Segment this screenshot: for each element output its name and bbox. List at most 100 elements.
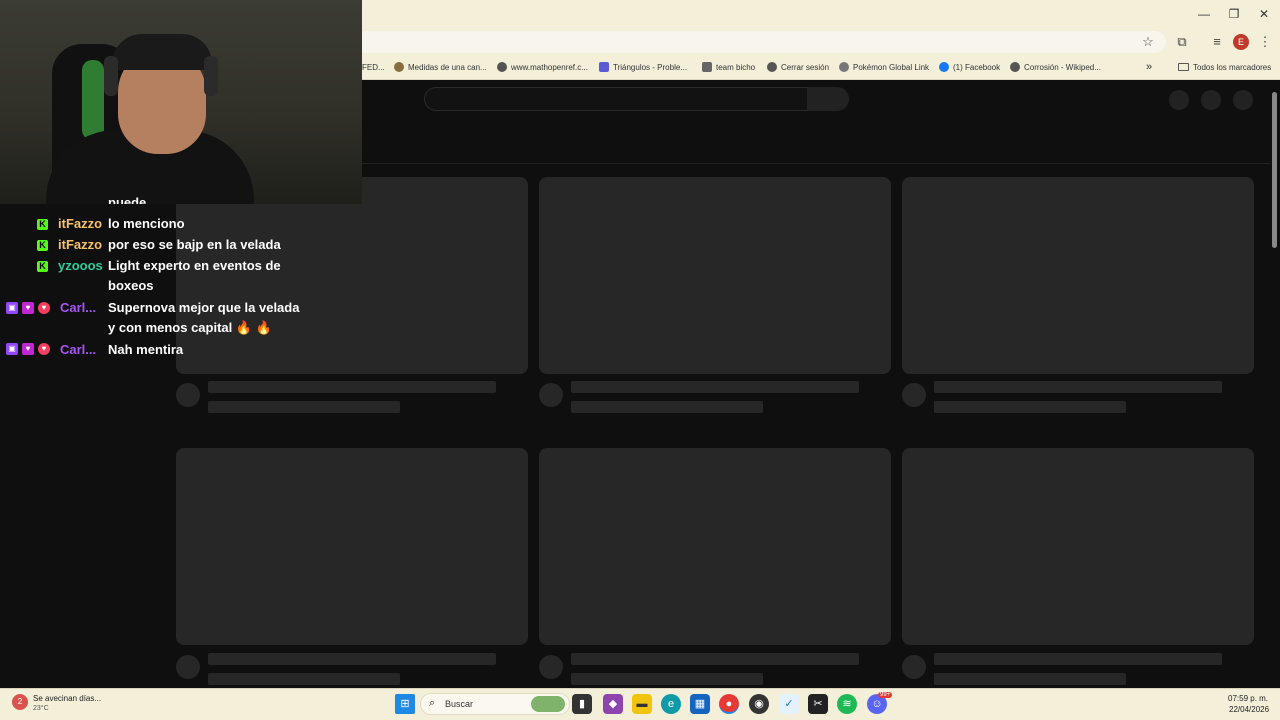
bookmark-label: FED... — [362, 62, 385, 72]
title-placeholder — [208, 653, 496, 665]
bookmark-label: Medidas de una can... — [408, 62, 487, 72]
chat-message-text: Supernova mejor que la velada — [108, 300, 300, 315]
extensions-icon[interactable]: ⧉ — [1173, 33, 1191, 51]
minimize-button[interactable]: — — [1196, 6, 1212, 22]
meta-placeholder — [208, 401, 400, 413]
spotify-icon[interactable]: ≋ — [837, 694, 857, 714]
video-thumbnail-placeholder[interactable] — [902, 448, 1254, 645]
video-thumbnail-placeholder[interactable] — [539, 448, 891, 645]
profile-avatar[interactable]: E — [1233, 34, 1249, 50]
bookmark-label: team bicho — [716, 62, 756, 72]
notification-badge: 99+ — [878, 692, 893, 698]
meta-placeholder — [571, 673, 763, 685]
store-icon[interactable]: ▦ — [690, 694, 710, 714]
meta-placeholder — [934, 401, 1126, 413]
chat-message-text: y con menos capital 🔥 🔥 — [108, 320, 272, 335]
windows-start-icon[interactable]: ⊞ — [395, 694, 415, 714]
vpn-icon[interactable]: ✓ — [779, 694, 799, 714]
taskbar-search-label: Buscar — [445, 699, 474, 709]
chat-username[interactable]: yzooos — [58, 258, 103, 273]
chat-message-text: boxeos — [108, 278, 154, 293]
weather-icon[interactable]: 2 — [12, 694, 28, 710]
bookmark-label: Pokémon Global Link — [853, 62, 930, 72]
copilot-icon[interactable]: ◆ — [603, 694, 623, 714]
chat-username[interactable]: itFazzo — [58, 216, 102, 231]
webcam-overlay — [0, 0, 362, 204]
chat-username[interactable]: Carl... — [60, 342, 96, 357]
headphones-icon — [104, 56, 118, 96]
channel-avatar-placeholder — [902, 655, 926, 679]
chat-message-text: lo menciono — [108, 216, 185, 231]
video-thumbnail-placeholder[interactable] — [902, 177, 1254, 374]
chat-username[interactable]: Carl... — [60, 300, 96, 315]
header-icon-placeholder[interactable] — [1201, 90, 1221, 110]
sub-badge-icon: ♥ — [22, 343, 34, 355]
chrome-icon[interactable]: ● — [719, 694, 739, 714]
search-highlight-image[interactable] — [531, 696, 565, 712]
title-placeholder — [208, 381, 496, 393]
header-icon-placeholder[interactable] — [1169, 90, 1189, 110]
video-thumbnail-placeholder[interactable] — [539, 177, 891, 374]
edge-icon[interactable]: e — [661, 694, 681, 714]
clock-time[interactable]: 07:59 p. m. — [1228, 694, 1268, 703]
bookmark-item[interactable]: Corrosión - Wikiped... — [1010, 60, 1101, 74]
bookmark-item[interactable]: (1) Facebook — [939, 60, 1000, 74]
search-button[interactable] — [807, 87, 849, 111]
clock-date[interactable]: 22/04/2026 — [1229, 705, 1269, 714]
restore-button[interactable]: ❐ — [1226, 6, 1242, 22]
bookmarks-overflow-icon[interactable]: » — [1146, 60, 1152, 74]
chat-message-text: Light experto en eventos de — [108, 258, 281, 273]
all-bookmarks-label: Todos los marcadores — [1193, 62, 1272, 72]
chat-username[interactable]: itFazzo — [58, 237, 102, 252]
bookmark-item[interactable]: Medidas de una can... — [394, 60, 487, 74]
channel-avatar-placeholder — [539, 655, 563, 679]
weather-temp: 23°C — [33, 705, 49, 712]
close-button[interactable]: ✕ — [1256, 6, 1272, 22]
bookmark-label: Triángulos - Proble... — [613, 62, 687, 72]
folder-icon — [1178, 63, 1189, 71]
heart-badge-icon: ♥ — [38, 343, 50, 355]
title-placeholder — [571, 653, 859, 665]
site-icon — [599, 62, 609, 72]
bookmark-item[interactable]: team bicho — [702, 60, 755, 74]
twitch-icon: ▣ — [6, 343, 18, 355]
weather-text[interactable]: Se avecinan días... — [33, 694, 101, 703]
bookmark-label: Corrosión - Wikiped... — [1024, 62, 1101, 72]
globe-icon — [497, 62, 507, 72]
title-placeholder — [571, 381, 859, 393]
site-icon — [394, 62, 404, 72]
file-explorer-icon[interactable]: ▬ — [632, 694, 652, 714]
pokeball-icon — [839, 62, 849, 72]
video-thumbnail-placeholder[interactable] — [176, 448, 528, 645]
bookmark-item[interactable]: Triángulos - Proble... — [599, 60, 687, 74]
kick-badge-icon: K — [37, 240, 48, 251]
capcut-icon[interactable]: ✂ — [808, 694, 828, 714]
channel-avatar-placeholder — [902, 383, 926, 407]
twitch-icon: ▣ — [6, 302, 18, 314]
site-icon — [702, 62, 712, 72]
kick-badge-icon: K — [37, 219, 48, 230]
bookmark-item[interactable]: Cerrar sesión — [767, 60, 829, 74]
globe-icon — [1010, 62, 1020, 72]
chair-accent — [82, 60, 104, 140]
browser-menu-icon[interactable]: ⋮ — [1256, 33, 1274, 51]
chat-message-text: por eso se bajp en la velada — [108, 237, 281, 252]
channel-avatar-placeholder — [176, 655, 200, 679]
obs-icon[interactable]: ◉ — [749, 694, 769, 714]
header-icon-placeholder[interactable] — [1233, 90, 1253, 110]
media-control-icon[interactable]: ≡ — [1208, 33, 1226, 51]
bookmark-item[interactable]: www.mathopenref.c... — [497, 60, 588, 74]
facebook-icon — [939, 62, 949, 72]
task-view-icon[interactable]: ▮ — [572, 694, 592, 714]
kick-badge-icon: K — [37, 261, 48, 272]
all-bookmarks-button[interactable]: Todos los marcadores — [1178, 60, 1271, 74]
scrollbar-thumb[interactable] — [1272, 92, 1277, 248]
globe-icon — [767, 62, 777, 72]
bookmark-item[interactable]: FED... — [362, 60, 385, 74]
bookmark-item[interactable]: Pokémon Global Link — [839, 60, 929, 74]
bookmark-star-icon[interactable]: ☆ — [1139, 33, 1157, 51]
search-input[interactable] — [424, 87, 808, 111]
address-bar[interactable] — [356, 31, 1166, 53]
streamer-hair — [112, 34, 212, 70]
bookmark-label: www.mathopenref.c... — [511, 62, 588, 72]
